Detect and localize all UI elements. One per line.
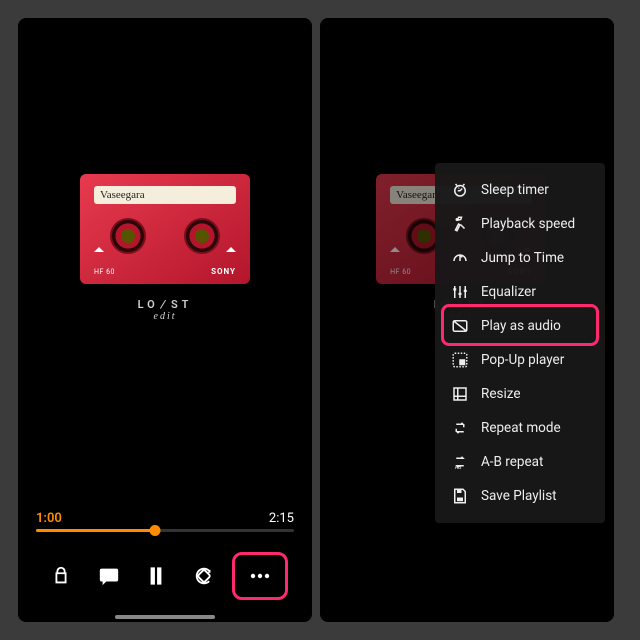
- album-art: Vaseegara HF 60 SONY LO/ST edit: [80, 174, 250, 322]
- options-menu: z Sleep timer Playback speed Jump to Time Eq…: [435, 163, 605, 523]
- menu-item-label: Pop-Up player: [481, 352, 564, 368]
- menu-item-label: Playback speed: [481, 216, 575, 232]
- abrepeat-icon: AB: [451, 453, 469, 471]
- menu-item-label: Save Playlist: [481, 488, 557, 504]
- menu-highlight: [441, 304, 599, 346]
- menu-item-label: Equalizer: [481, 284, 536, 300]
- cassette-image: Vaseegara HF 60 SONY: [80, 174, 250, 284]
- artist-line2: edit: [80, 311, 250, 322]
- player-controls-area: 1:00 2:15: [18, 511, 312, 622]
- menu-item-label: Repeat mode: [481, 420, 561, 436]
- menu-item-resize[interactable]: Resize: [435, 377, 605, 411]
- jump-icon: [451, 249, 469, 267]
- tape-model: HF 60: [94, 268, 115, 276]
- pause-button[interactable]: [137, 557, 175, 595]
- lock-button[interactable]: [42, 557, 80, 595]
- home-indicator: [115, 615, 215, 619]
- seek-bar[interactable]: [36, 529, 294, 532]
- speed-icon: [451, 215, 469, 233]
- repeat-icon: [451, 419, 469, 437]
- track-label: Vaseegara: [94, 186, 236, 204]
- menu-item-label: Sleep timer: [481, 182, 549, 198]
- menu-item-label: Resize: [481, 386, 520, 402]
- subtitles-button[interactable]: [90, 557, 128, 595]
- artist-line1: LO/ST: [80, 298, 250, 311]
- menu-item-repeat[interactable]: Repeat mode: [435, 411, 605, 445]
- current-time: 1:00: [36, 511, 62, 526]
- menu-item-jump[interactable]: Jump to Time: [435, 241, 605, 275]
- tape-brand: SONY: [211, 267, 236, 276]
- sleep-icon: z: [451, 181, 469, 199]
- menu-item-save[interactable]: Save Playlist: [435, 479, 605, 513]
- popup-icon: [451, 351, 469, 369]
- more-button[interactable]: [232, 552, 288, 600]
- screenshot-player: Vaseegara HF 60 SONY LO/ST edit 1:00 2:1…: [18, 18, 312, 622]
- menu-item-sleep[interactable]: z Sleep timer: [435, 173, 605, 207]
- menu-item-speed[interactable]: Playback speed: [435, 207, 605, 241]
- rotate-button[interactable]: [185, 557, 223, 595]
- resize-icon: [451, 385, 469, 403]
- menu-item-label: Jump to Time: [481, 250, 564, 266]
- eq-icon: [451, 283, 469, 301]
- menu-item-abrepeat[interactable]: AB A-B repeat: [435, 445, 605, 479]
- svg-text:AB: AB: [455, 465, 462, 471]
- menu-item-label: A-B repeat: [481, 454, 543, 470]
- save-icon: [451, 487, 469, 505]
- menu-item-popup[interactable]: Pop-Up player: [435, 343, 605, 377]
- screenshot-menu: Vaseegara HF 60 SONY LO/ST edit zSleep t…: [320, 18, 614, 622]
- total-time: 2:15: [269, 511, 294, 526]
